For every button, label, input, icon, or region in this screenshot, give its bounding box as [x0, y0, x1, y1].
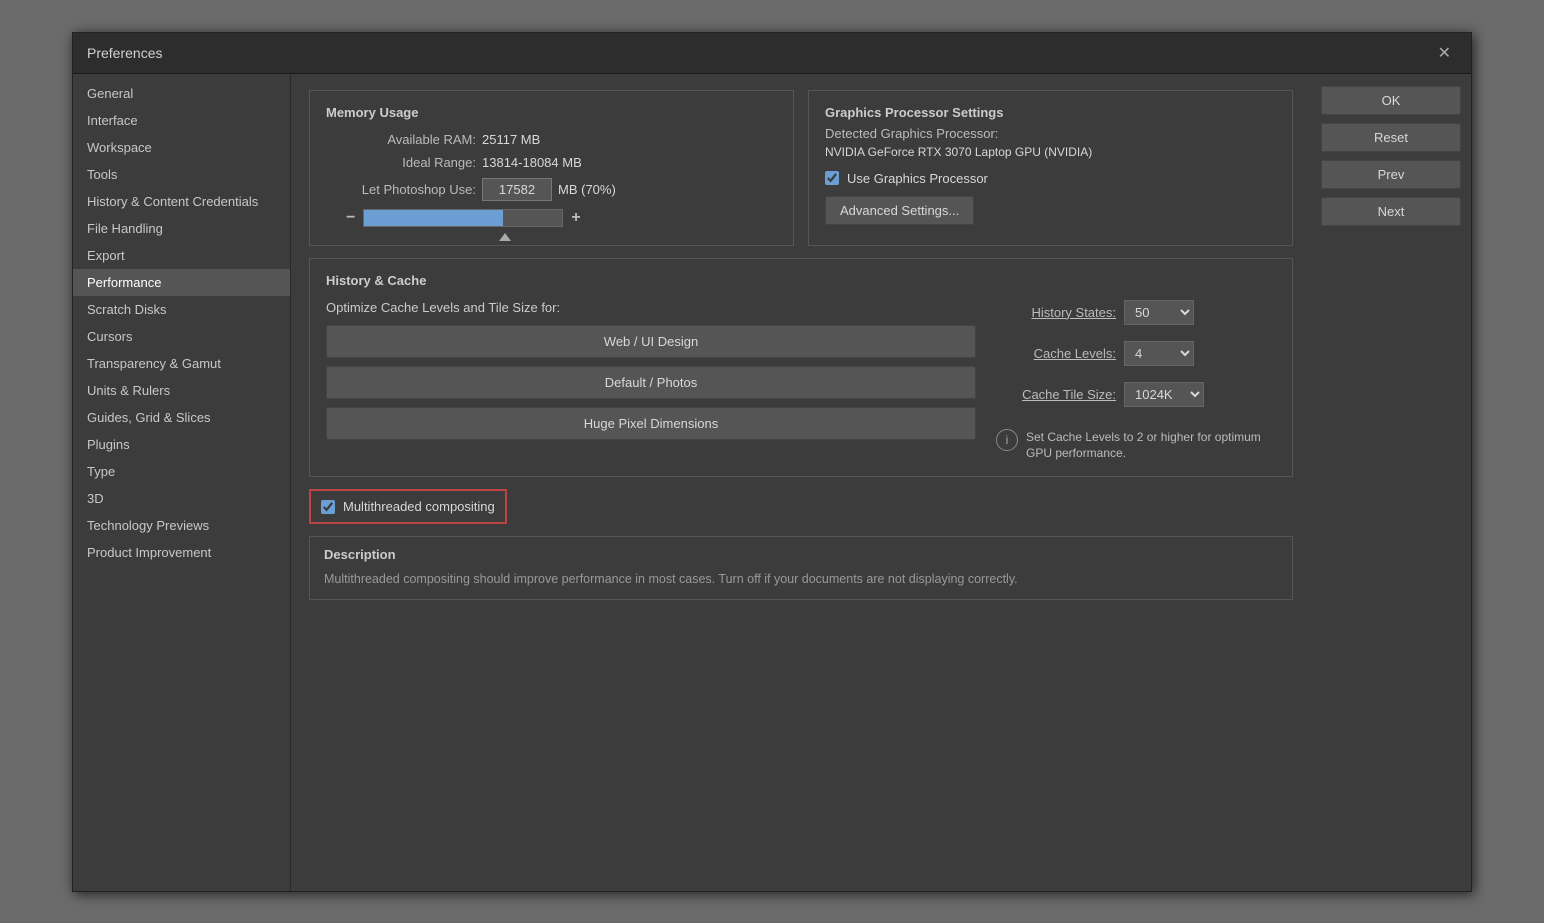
description-title: Description [324, 547, 1278, 562]
dialog-title: Preferences [87, 45, 162, 61]
sidebar-item-scratch-disks[interactable]: Scratch Disks [73, 296, 290, 323]
ideal-range-label: Ideal Range: [326, 155, 476, 170]
let-photoshop-use-row: Let Photoshop Use: MB (70%) [326, 178, 777, 201]
gpu-name: NVIDIA GeForce RTX 3070 Laptop GPU (NVID… [825, 145, 1276, 159]
info-icon: i [996, 429, 1018, 451]
sidebar-item-tools[interactable]: Tools [73, 161, 290, 188]
cache-levels-select[interactable]: 4 2 6 8 [1124, 341, 1194, 366]
cache-tile-size-label: Cache Tile Size: [996, 387, 1116, 402]
advanced-settings-button[interactable]: Advanced Settings... [825, 196, 974, 225]
sidebar-item-export[interactable]: Export [73, 242, 290, 269]
cache-tile-size-select[interactable]: 1024K 512K 256K 128K [1124, 382, 1204, 407]
sidebar-item-guides-grid[interactable]: Guides, Grid & Slices [73, 404, 290, 431]
multithreaded-checkbox[interactable] [321, 500, 335, 514]
multithreaded-section: Multithreaded compositing [309, 489, 1293, 524]
cache-tile-size-row: Cache Tile Size: 1024K 512K 256K 128K [996, 382, 1276, 407]
sidebar-item-interface[interactable]: Interface [73, 107, 290, 134]
sidebar-item-workspace[interactable]: Workspace [73, 134, 290, 161]
history-states-select[interactable]: 50 20 100 [1124, 300, 1194, 325]
available-ram-row: Available RAM: 25117 MB [326, 132, 777, 147]
history-states-label: History States: [996, 305, 1116, 320]
top-sections: Memory Usage Available RAM: 25117 MB Ide… [309, 90, 1293, 246]
sidebar-item-units-rulers[interactable]: Units & Rulers [73, 377, 290, 404]
sidebar-item-file-handling[interactable]: File Handling [73, 215, 290, 242]
web-ui-design-button[interactable]: Web / UI Design [326, 325, 976, 358]
huge-pixel-button[interactable]: Huge Pixel Dimensions [326, 407, 976, 440]
available-ram-value: 25117 MB [482, 132, 540, 147]
use-gpu-label[interactable]: Use Graphics Processor [847, 171, 988, 186]
gpu-settings-section: Graphics Processor Settings Detected Gra… [808, 90, 1293, 246]
gpu-detected-label: Detected Graphics Processor: [825, 126, 1276, 141]
cache-info-row: i Set Cache Levels to 2 or higher for op… [996, 429, 1276, 463]
sidebar: General Interface Workspace Tools Histor… [73, 74, 291, 891]
multithreaded-row: Multithreaded compositing [309, 489, 507, 524]
main-content: Memory Usage Available RAM: 25117 MB Ide… [291, 74, 1311, 891]
default-photos-button[interactable]: Default / Photos [326, 366, 976, 399]
use-gpu-row: Use Graphics Processor [825, 171, 1276, 186]
sidebar-item-type[interactable]: Type [73, 458, 290, 485]
ideal-range-value: 13814-18084 MB [482, 155, 582, 170]
right-panel: OK Reset Prev Next [1311, 74, 1471, 891]
next-button[interactable]: Next [1321, 197, 1461, 226]
optimize-label: Optimize Cache Levels and Tile Size for: [326, 300, 976, 315]
sidebar-item-3d[interactable]: 3D [73, 485, 290, 512]
memory-usage-section: Memory Usage Available RAM: 25117 MB Ide… [309, 90, 794, 246]
slider-plus-icon[interactable]: + [571, 209, 580, 227]
memory-slider-row: − + [326, 209, 777, 227]
description-text: Multithreaded compositing should improve… [324, 570, 1278, 589]
memory-section-title: Memory Usage [326, 105, 777, 120]
title-bar: Preferences ✕ [73, 33, 1471, 74]
let-photoshop-label: Let Photoshop Use: [326, 182, 476, 197]
sidebar-item-performance[interactable]: Performance [73, 269, 290, 296]
slider-container[interactable] [363, 209, 563, 227]
history-cache-section: History & Cache Optimize Cache Levels an… [309, 258, 1293, 478]
photoshop-memory-input[interactable] [482, 178, 552, 201]
sidebar-item-cursors[interactable]: Cursors [73, 323, 290, 350]
dialog-body: General Interface Workspace Tools Histor… [73, 74, 1471, 891]
ideal-range-row: Ideal Range: 13814-18084 MB [326, 155, 777, 170]
reset-button[interactable]: Reset [1321, 123, 1461, 152]
prev-button[interactable]: Prev [1321, 160, 1461, 189]
slider-minus-icon[interactable]: − [346, 209, 355, 227]
memory-unit: MB (70%) [558, 182, 616, 197]
sidebar-item-transparency-gamut[interactable]: Transparency & Gamut [73, 350, 290, 377]
available-ram-label: Available RAM: [326, 132, 476, 147]
history-cache-title: History & Cache [326, 273, 1276, 288]
sidebar-item-history-content[interactable]: History & Content Credentials [73, 188, 290, 215]
slider-thumb [499, 233, 511, 241]
cache-left: Optimize Cache Levels and Tile Size for:… [326, 300, 976, 463]
history-states-row: History States: 50 20 100 [996, 300, 1276, 325]
memory-slider-track[interactable] [363, 209, 563, 227]
sidebar-item-plugins[interactable]: Plugins [73, 431, 290, 458]
history-cache-body: Optimize Cache Levels and Tile Size for:… [326, 300, 1276, 463]
sidebar-item-general[interactable]: General [73, 80, 290, 107]
close-button[interactable]: ✕ [1432, 41, 1457, 65]
sidebar-item-product-improvement[interactable]: Product Improvement [73, 539, 290, 566]
gpu-section-title: Graphics Processor Settings [825, 105, 1276, 120]
preferences-dialog: Preferences ✕ General Interface Workspac… [72, 32, 1472, 892]
cache-levels-row: Cache Levels: 4 2 6 8 [996, 341, 1276, 366]
use-gpu-checkbox[interactable] [825, 171, 839, 185]
cache-info-text: Set Cache Levels to 2 or higher for opti… [1026, 429, 1276, 463]
cache-levels-label: Cache Levels: [996, 346, 1116, 361]
slider-fill [364, 210, 503, 226]
multithreaded-label[interactable]: Multithreaded compositing [343, 499, 495, 514]
ok-button[interactable]: OK [1321, 86, 1461, 115]
description-section: Description Multithreaded compositing sh… [309, 536, 1293, 600]
sidebar-item-tech-previews[interactable]: Technology Previews [73, 512, 290, 539]
cache-right: History States: 50 20 100 Cache Levels: … [996, 300, 1276, 463]
